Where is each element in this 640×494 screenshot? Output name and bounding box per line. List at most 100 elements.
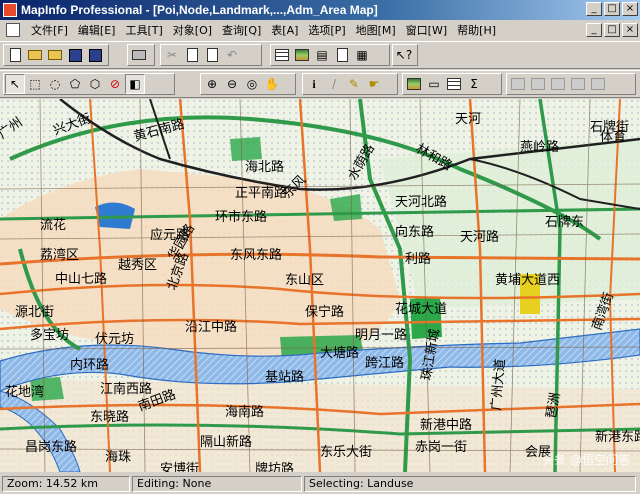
map-label: 沿江中路 [185,319,237,335]
select-tool[interactable]: ↖ [5,74,25,94]
disabled-tool-5[interactable] [588,74,608,94]
map-label: 花城大道 [395,301,447,317]
map-window-icon [295,49,309,61]
map-label: 中山七路 [55,271,107,287]
radius-select-tool[interactable]: ◌ [45,74,65,94]
map-label: 隔山新路 [200,434,252,450]
map-label: 天河 [455,112,481,127]
copy-button[interactable] [182,45,202,65]
menu-edit[interactable]: 编辑[E] [73,22,121,38]
unselect-all-button[interactable]: ⊘ [105,74,125,94]
browser-grid-icon [275,49,289,61]
new-document-icon [9,48,21,62]
maximize-button[interactable]: □ [604,2,620,16]
show-grid-button[interactable] [444,74,464,94]
info-tool[interactable]: i [304,74,324,94]
marquee-icon: ⬚ [29,77,41,91]
map-label: 昌岗东路 [25,439,77,455]
info-icon: i [312,76,316,91]
map-label: 新港中路 [420,417,472,433]
document-icon[interactable] [6,23,20,37]
disabled-tool-4[interactable] [568,74,588,94]
minimize-button[interactable]: _ [586,2,602,16]
polygon-select-tool[interactable]: ⬠ [65,74,85,94]
drag-icon: ☛ [368,77,380,91]
menu-help[interactable]: 帮助[H] [452,22,501,38]
mdi-restore-button[interactable]: □ [604,23,620,37]
map-label: 东风东路 [230,247,282,263]
disabled-tool-2[interactable] [528,74,548,94]
menu-table[interactable]: 表[A] [266,22,303,38]
selecting-status: Selecting: Landuse [304,475,636,492]
new-graph-button[interactable]: ▤ [312,45,332,65]
statistics-grid-icon [447,78,461,90]
layer-control-button[interactable] [404,74,424,94]
marquee-select-tool[interactable]: ⬚ [25,74,45,94]
menu-objects[interactable]: 对象[O] [168,22,217,38]
print-button[interactable] [129,45,149,65]
ruler-icon: ∕ [331,77,337,91]
menu-tools[interactable]: 工具[T] [120,22,167,38]
label-tool[interactable]: ✎ [344,74,364,94]
open-button[interactable] [25,45,45,65]
change-view-button[interactable]: ◎ [242,74,262,94]
map-label: 跨江路 [365,355,404,371]
legend-button[interactable]: ▭ [424,74,444,94]
ruler-tool[interactable]: ∕ [324,74,344,94]
new-browser-button[interactable] [272,45,292,65]
disabled-3-icon [551,78,565,90]
menu-map[interactable]: 地图[M] [351,22,401,38]
map-label: 明月一路 [355,327,407,343]
menu-window[interactable]: 窗口[W] [401,22,452,38]
save-disk-icon [68,48,82,62]
disabled-tool-3[interactable] [548,74,568,94]
mdi-close-button[interactable]: × [622,23,638,37]
hand-icon: ✋ [264,77,280,91]
open-workspace-button[interactable] [45,45,65,65]
new-redistrict-button[interactable]: ▦ [352,45,372,65]
drag-window-tool[interactable]: ☛ [364,74,384,94]
disabled-tool-1[interactable] [508,74,528,94]
map-window[interactable]: 广州 兴大街 黄石南路 海北路 水荫路 林和路 燕岭路 天河北路 天河 体育 正平南路 东风 环市东路应… [0,99,640,472]
invert-icon: ◧ [129,77,141,91]
map-label: 伏元坊 [95,332,134,347]
help-pointer-button[interactable]: ↖? [394,45,414,65]
legend-icon: ▭ [428,77,440,91]
map-label: 流花 [40,217,66,233]
sigma-icon: Σ [470,77,478,91]
cut-button[interactable]: ✂ [162,45,182,65]
mdi-minimize-button[interactable]: _ [586,23,602,37]
open-folder-icon [28,50,42,60]
new-map-button[interactable] [292,45,312,65]
map-canvas[interactable]: 广州 兴大街 黄石南路海北路 水荫路 林和路 燕岭路天河北路天河体育正平南路东风环市东路应… [0,99,640,472]
save-all-button[interactable] [85,45,105,65]
help-pointer-icon: ↖? [395,48,413,62]
app-icon[interactable] [3,3,17,17]
save-button[interactable] [65,45,85,65]
map-label: 燕岭路 [520,139,559,155]
invert-selection-button[interactable]: ◧ [125,74,145,94]
map-label: 黄埔大道西 [495,273,560,288]
new-layout-button[interactable] [332,45,352,65]
close-button[interactable]: × [622,2,638,16]
menu-options[interactable]: 选项[P] [303,22,350,38]
menu-query[interactable]: 查询[Q] [217,22,266,38]
standard-toolbar: ✂ ↶ ▤ ▦ ↖? [0,41,640,69]
disabled-4-icon [571,78,585,90]
statistics-button[interactable]: Σ [464,74,484,94]
status-bar: Zoom: 14.52 km Editing: None Selecting: … [0,473,640,494]
map-label: 大塘路 [320,345,359,361]
zoom-in-tool[interactable]: ⊕ [202,74,222,94]
map-label: 天河路 [460,229,499,245]
map-label: 东山区 [285,273,324,288]
zoom-out-tool[interactable]: ⊖ [222,74,242,94]
map-label: 越秀区 [118,258,157,273]
grabber-tool[interactable]: ✋ [262,74,282,94]
new-document-button[interactable] [5,45,25,65]
menu-file[interactable]: 文件[F] [26,22,73,38]
watermark-text: 头条 @悟空问答 [542,453,630,467]
boundary-select-tool[interactable]: ⬡ [85,74,105,94]
paste-button[interactable] [202,45,222,65]
undo-button[interactable]: ↶ [222,45,242,65]
map-label: 荔湾区 [40,247,79,263]
